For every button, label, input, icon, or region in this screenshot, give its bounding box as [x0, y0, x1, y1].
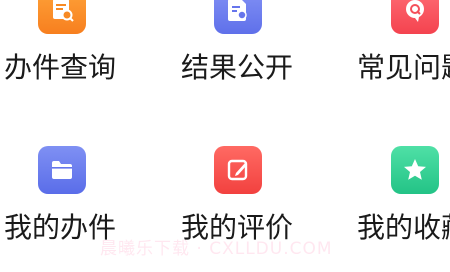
tile-label: 我的收藏	[357, 211, 450, 244]
service-grid: 办件查询 结果公开 常见问题	[0, 0, 450, 272]
star-icon	[391, 146, 439, 194]
document-search-icon	[38, 0, 86, 34]
tile-label: 办件查询	[4, 51, 117, 84]
tile-case-query[interactable]: 办件查询	[0, 0, 150, 120]
tile-label: 常见问题	[357, 51, 450, 84]
document-check-icon	[214, 0, 262, 34]
tile-label: 结果公开	[181, 51, 294, 84]
folder-icon	[38, 146, 86, 194]
tile-result-public[interactable]: 结果公开	[150, 0, 300, 120]
tile-faq[interactable]: 常见问题	[300, 0, 450, 120]
question-bubble-icon	[391, 0, 439, 34]
watermark: 晨曦乐下载 · CXLLDU.COM	[100, 239, 333, 259]
edit-icon	[214, 146, 262, 194]
